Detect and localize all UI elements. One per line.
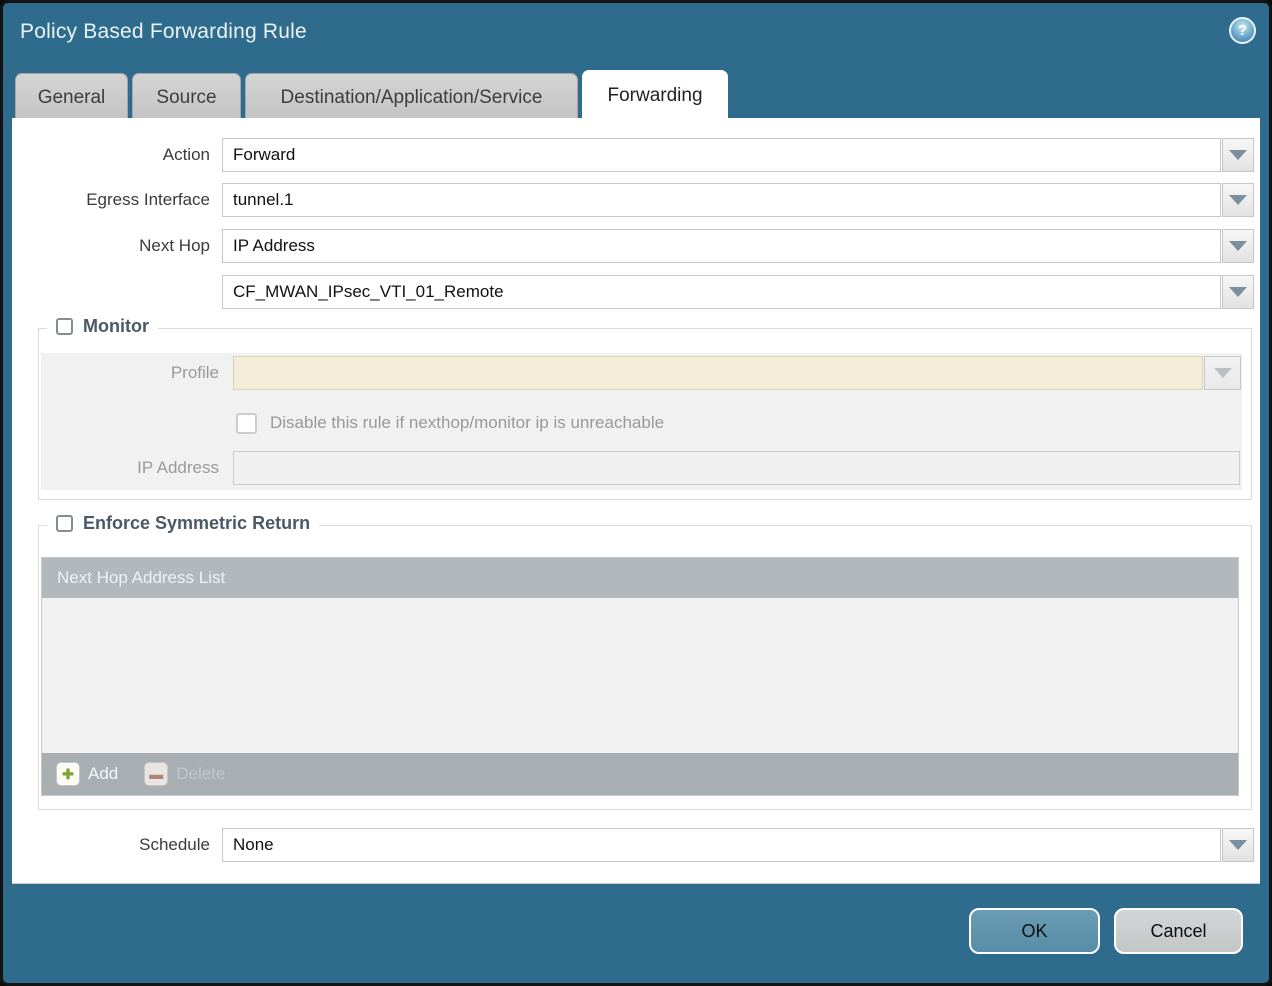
next-hop-address-list-header: Next Hop Address List [42, 558, 1238, 598]
help-icon[interactable]: ? [1229, 17, 1256, 44]
tab-forwarding[interactable]: Forwarding [582, 70, 728, 121]
dialog-footer: OK Cancel [969, 908, 1243, 954]
dialog-title: Policy Based Forwarding Rule [20, 20, 307, 44]
disable-rule-label: Disable this rule if nexthop/monitor ip … [270, 413, 664, 433]
next-hop-dropdown-button[interactable] [1222, 229, 1254, 263]
monitor-panel: Profile Disable this rule if nexthop/mon… [41, 353, 1242, 490]
enforce-symmetric-return-section: Enforce Symmetric Return Next Hop Addres… [38, 525, 1252, 810]
egress-interface-label: Egress Interface [12, 190, 222, 210]
next-hop-label: Next Hop [12, 236, 222, 256]
action-row: Action [12, 138, 1254, 172]
disable-rule-checkbox [236, 413, 257, 434]
schedule-label: Schedule [12, 835, 222, 855]
delete-button: ▬ Delete [144, 762, 225, 786]
profile-input [233, 356, 1203, 390]
tab-source[interactable]: Source [132, 73, 241, 121]
profile-dropdown-button [1204, 356, 1241, 390]
next-hop-type-input[interactable] [222, 229, 1221, 263]
egress-interface-row: Egress Interface [12, 183, 1254, 217]
next-hop-address-list-table: Next Hop Address List ✚ Add ▬ Delete [41, 557, 1239, 796]
schedule-input[interactable] [222, 828, 1221, 862]
schedule-row: Schedule [12, 828, 1254, 862]
action-dropdown-button[interactable] [1222, 138, 1254, 172]
profile-row: Profile [41, 356, 1242, 390]
add-button-label: Add [88, 764, 118, 784]
chevron-down-icon [1229, 150, 1247, 160]
action-input[interactable] [222, 138, 1221, 172]
monitor-ip-address-label: IP Address [41, 458, 233, 478]
disable-rule-row: Disable this rule if nexthop/monitor ip … [41, 406, 1242, 440]
monitor-checkbox[interactable] [56, 318, 73, 335]
action-label: Action [12, 145, 222, 165]
egress-interface-input[interactable] [222, 183, 1221, 217]
chevron-down-icon [1229, 840, 1247, 850]
forwarding-tab-panel: Action Egress Interface Next Hop [12, 118, 1260, 884]
tab-general[interactable]: General [15, 73, 128, 121]
delete-button-label: Delete [176, 764, 225, 784]
monitor-ip-address-input [233, 451, 1240, 485]
tab-bar: General Source Destination/Application/S… [15, 70, 728, 121]
chevron-down-icon [1229, 287, 1247, 297]
chevron-down-icon [1229, 195, 1247, 205]
schedule-dropdown-button[interactable] [1222, 828, 1254, 862]
next-hop-address-list-body [42, 598, 1238, 753]
profile-label: Profile [41, 363, 233, 383]
chevron-down-icon [1229, 241, 1247, 251]
egress-interface-dropdown-button[interactable] [1222, 183, 1254, 217]
chevron-down-icon [1214, 368, 1232, 378]
add-button[interactable]: ✚ Add [56, 762, 118, 786]
next-hop-address-input[interactable] [222, 275, 1221, 309]
ok-button[interactable]: OK [969, 908, 1100, 954]
next-hop-address-dropdown-button[interactable] [1222, 275, 1254, 309]
enforce-symmetric-return-checkbox[interactable] [56, 515, 73, 532]
monitor-ip-address-row: IP Address [41, 451, 1242, 485]
monitor-section: Monitor Profile Disable this rule if nex… [38, 328, 1252, 500]
tab-destination-application-service[interactable]: Destination/Application/Service [245, 73, 578, 121]
policy-based-forwarding-rule-dialog: Policy Based Forwarding Rule ? General S… [0, 0, 1272, 986]
next-hop-address-list-toolbar: ✚ Add ▬ Delete [42, 753, 1238, 795]
next-hop-address-row [12, 275, 1254, 309]
minus-icon: ▬ [144, 762, 168, 786]
enforce-symmetric-return-legend: Enforce Symmetric Return [83, 513, 310, 534]
help-glyph: ? [1238, 22, 1247, 39]
cancel-button[interactable]: Cancel [1114, 908, 1243, 954]
next-hop-row: Next Hop [12, 229, 1254, 263]
plus-icon: ✚ [56, 762, 80, 786]
monitor-legend: Monitor [83, 316, 149, 337]
